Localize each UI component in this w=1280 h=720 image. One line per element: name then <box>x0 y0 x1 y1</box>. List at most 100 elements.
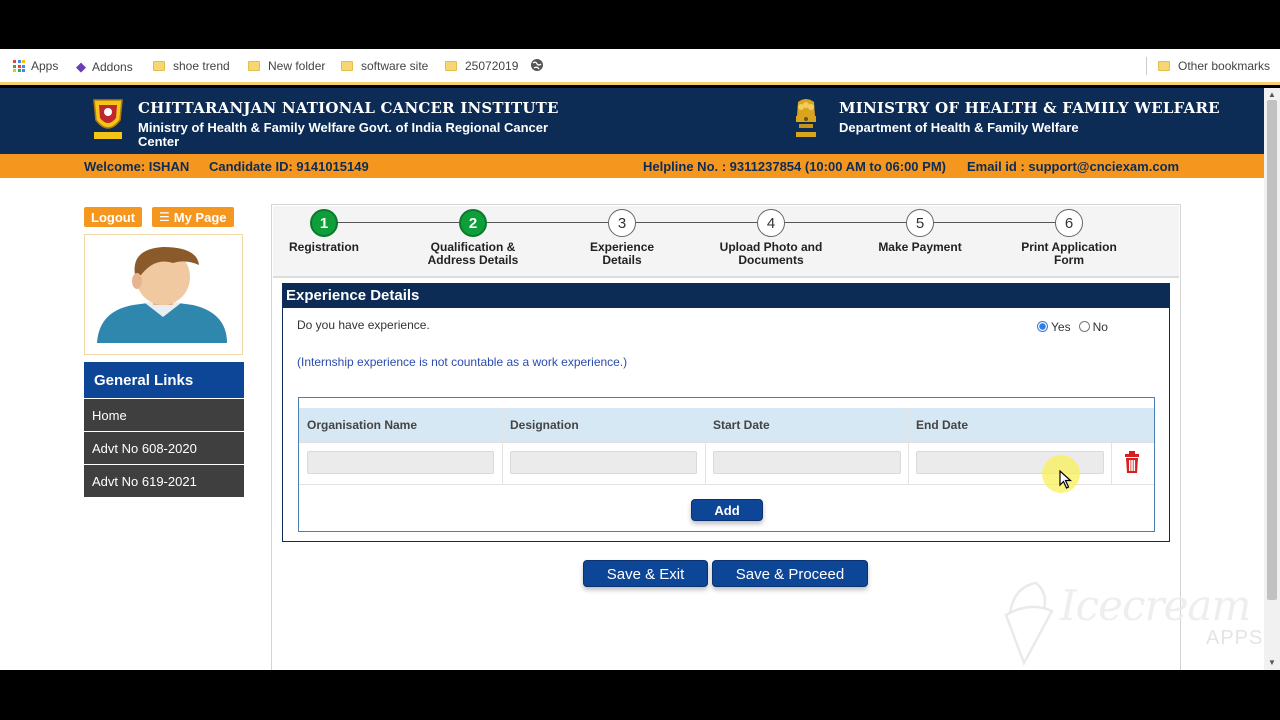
my-page-label: My Page <box>173 209 227 225</box>
step-experience[interactable]: 3 Experience Details <box>552 209 692 267</box>
bookmark-folder-label: 25072019 <box>465 59 519 73</box>
progress-steps: 1 Registration 2 Qualification & Address… <box>273 206 1179 278</box>
bookmark-folder-label: shoe trend <box>173 59 230 73</box>
experience-section: Experience Details Do you have experienc… <box>282 283 1170 542</box>
list-icon: ☰ <box>159 210 170 224</box>
step-qualification[interactable]: 2 Qualification & Address Details <box>403 209 543 267</box>
row-divider <box>299 484 1154 485</box>
experience-radio-group: Yes No <box>1037 320 1108 334</box>
ministry-title: MINISTRY OF HEALTH & FAMILY WELFARE <box>839 99 1220 117</box>
radio-no-label: No <box>1092 320 1108 334</box>
logout-label: Logout <box>91 209 136 225</box>
internship-note: (Internship experience is not countable … <box>297 355 628 369</box>
bookmarks-bar: Apps ◆ Addons shoe trend New folder soft… <box>0 49 1280 85</box>
step-upload[interactable]: 4 Upload Photo and Documents <box>701 209 841 267</box>
radio-yes-control[interactable] <box>1037 321 1048 332</box>
folder-icon <box>1158 61 1170 71</box>
user-avatar-icon <box>97 247 227 343</box>
folder-icon <box>341 61 353 71</box>
bookmark-apps[interactable]: Apps <box>13 59 58 73</box>
save-proceed-button[interactable]: Save & Proceed <box>712 560 868 587</box>
column-divider <box>502 408 503 484</box>
step-number: 4 <box>757 209 785 237</box>
icecream-logo-icon <box>1004 581 1054 667</box>
step-label: Experience Details <box>590 240 655 267</box>
step-number: 5 <box>906 209 934 237</box>
info-bar: Welcome: ISHAN Candidate ID: 9141015149 … <box>0 154 1264 178</box>
start-date-input[interactable] <box>713 451 901 474</box>
column-start-date: Start Date <box>713 418 770 432</box>
radio-no-control[interactable] <box>1078 321 1090 332</box>
step-label: Upload Photo and Documents <box>719 240 823 267</box>
save-exit-button[interactable]: Save & Exit <box>583 560 708 587</box>
bookmark-folder[interactable]: software site <box>341 59 428 73</box>
page-scrollbar[interactable]: ▲ ▼ <box>1264 88 1280 670</box>
folder-icon <box>153 61 165 71</box>
mouse-pointer-icon <box>1059 470 1073 489</box>
step-number: 3 <box>608 209 636 237</box>
trash-icon[interactable] <box>1124 451 1140 473</box>
national-emblem-icon <box>796 99 816 137</box>
welcome-text: Welcome: ISHAN <box>84 159 190 174</box>
step-label: Print Application Form <box>1021 240 1117 267</box>
bookmark-folder[interactable]: 25072019 <box>445 59 518 73</box>
general-links: General Links Home Advt No 608-2020 Advt… <box>84 362 244 497</box>
radio-yes[interactable]: Yes <box>1037 320 1071 334</box>
institute-subtitle: Ministry of Health & Family Welfare Govt… <box>138 120 549 149</box>
step-number: 2 <box>459 209 487 237</box>
designation-input[interactable] <box>510 451 697 474</box>
my-page-button[interactable]: ☰ My Page <box>152 207 234 227</box>
column-designation: Designation <box>510 418 579 432</box>
column-end-date: End Date <box>916 418 969 432</box>
bookmark-other-label: Other bookmarks <box>1178 59 1271 73</box>
folder-icon <box>248 61 260 71</box>
column-organisation: Organisation Name <box>307 418 418 432</box>
step-label: Make Payment <box>878 240 962 254</box>
bookmark-folder[interactable]: shoe trend <box>153 59 230 73</box>
step-label: Registration <box>288 240 359 254</box>
candidate-id: Candidate ID: 9141015149 <box>209 159 369 174</box>
apps-grid-icon <box>13 60 25 72</box>
general-links-title: General Links <box>84 362 244 398</box>
general-link-advt-619[interactable]: Advt No 619-2021 <box>84 465 244 497</box>
column-divider <box>705 408 706 484</box>
radio-no[interactable]: No <box>1078 320 1108 334</box>
helpline-text: Helpline No. : 9311237854 (10:00 AM to 0… <box>643 159 946 174</box>
site-header: CHITTARANJAN NATIONAL CANCER INSTITUTE M… <box>0 88 1264 154</box>
experience-question: Do you have experience. <box>297 318 430 332</box>
step-payment[interactable]: 5 Make Payment <box>850 209 990 254</box>
bookmark-addons[interactable]: ◆ Addons <box>76 59 133 75</box>
bookmark-globe[interactable] <box>530 58 544 72</box>
watermark-text: Icecream <box>1060 581 1251 630</box>
step-label: Qualification & Address Details <box>427 240 519 267</box>
radio-yes-label: Yes <box>1051 320 1071 334</box>
folder-icon <box>445 61 457 71</box>
scroll-thumb[interactable] <box>1267 100 1277 600</box>
globe-icon <box>531 59 543 71</box>
bookmark-apps-label: Apps <box>31 59 59 73</box>
scroll-down-icon[interactable]: ▼ <box>1268 658 1276 667</box>
institute-logo-icon <box>93 99 123 139</box>
general-link-advt-608[interactable]: Advt No 608-2020 <box>84 432 244 464</box>
experience-title: Experience Details <box>283 284 1169 308</box>
ministry-subtitle: Department of Health & Family Welfare <box>839 120 1079 135</box>
bookmark-other[interactable]: Other bookmarks <box>1158 59 1270 73</box>
step-print[interactable]: 6 Print Application Form <box>999 209 1139 267</box>
bookmarks-divider <box>1146 57 1147 75</box>
institute-title: CHITTARANJAN NATIONAL CANCER INSTITUTE <box>138 99 559 117</box>
add-button[interactable]: Add <box>691 499 763 521</box>
step-number: 1 <box>310 209 338 237</box>
bookmark-folder-label: software site <box>361 59 429 73</box>
organisation-input[interactable] <box>307 451 494 474</box>
step-number: 6 <box>1055 209 1083 237</box>
scroll-up-icon[interactable]: ▲ <box>1268 90 1276 99</box>
addons-icon: ◆ <box>76 59 86 74</box>
step-registration[interactable]: 1 Registration <box>254 209 394 254</box>
column-divider <box>1111 408 1112 484</box>
support-email: Email id : support@cnciexam.com <box>967 159 1180 174</box>
logout-button[interactable]: Logout <box>84 207 143 227</box>
column-divider <box>908 408 909 484</box>
general-link-home[interactable]: Home <box>84 399 244 431</box>
bookmark-folder-label: New folder <box>268 59 326 73</box>
bookmark-folder[interactable]: New folder <box>248 59 325 73</box>
